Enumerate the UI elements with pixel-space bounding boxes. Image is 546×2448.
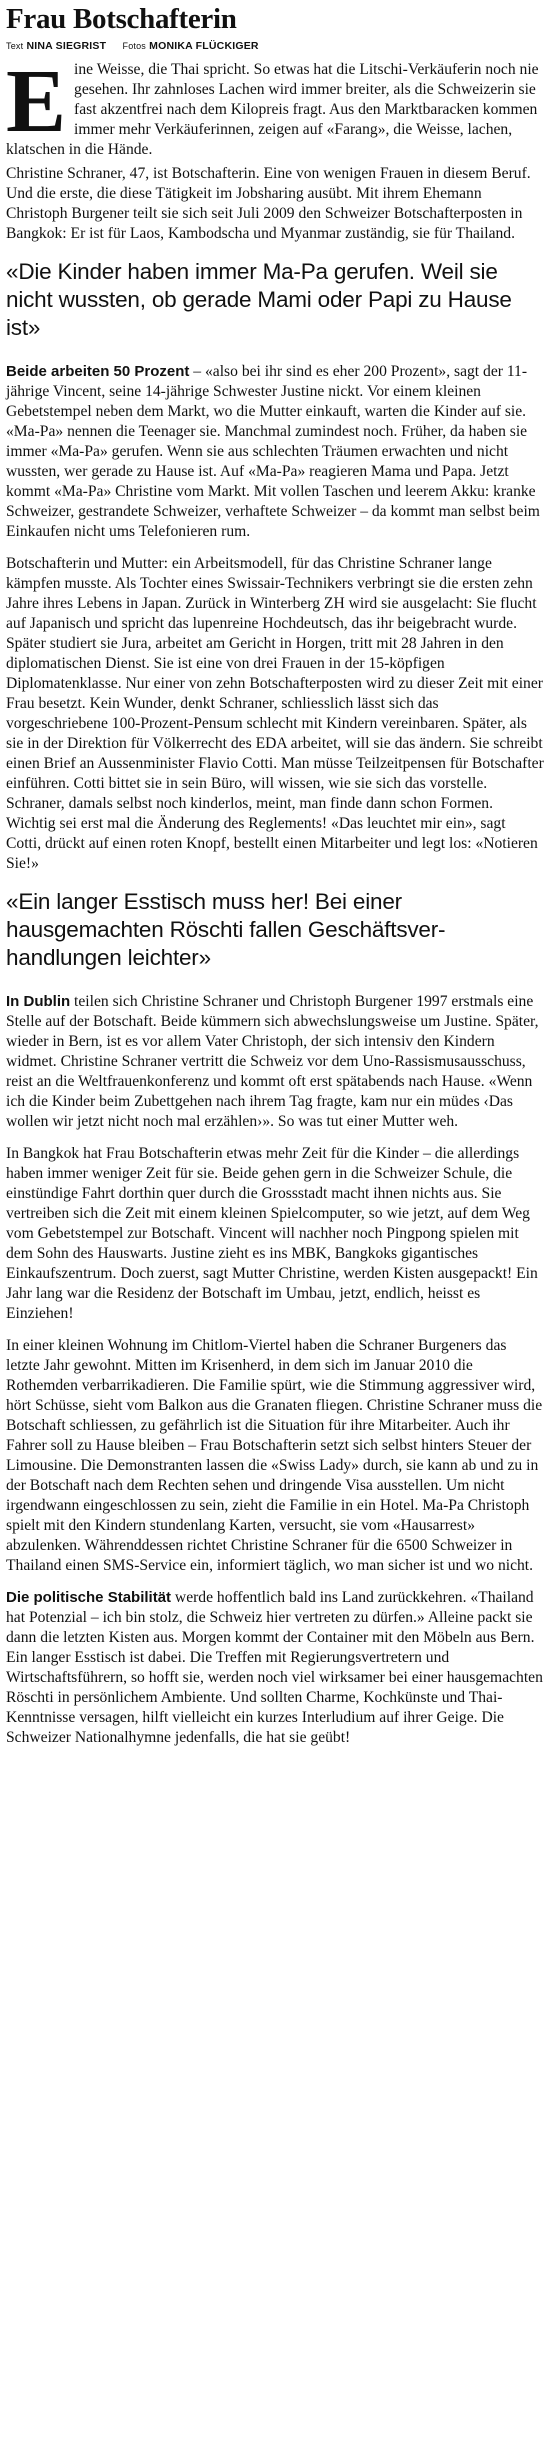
paragraph-6: In einer kleinen Wohnung im Chitlom-Vier…	[6, 1337, 543, 1574]
drop-cap: E	[6, 52, 67, 151]
text-credit-label: Text	[6, 41, 24, 51]
paragraph-2-lead: Beide arbeiten 50 Prozent	[6, 363, 190, 380]
intro-text: ine Weisse, die Thai spricht. So etwas h…	[6, 61, 539, 158]
paragraph-2-text: – «also bei ihr sind es eher 200 Prozent…	[6, 363, 540, 540]
article-credits: Text NINA SIEGRIST Fotos MONIKA FLÜCKIGE…	[6, 40, 544, 52]
paragraph-4-text: teilen sich Christine Schraner und Chris…	[6, 993, 539, 1130]
paragraph-7-lead: Die politische Stabilität	[6, 1589, 172, 1606]
intro-paragraph: Eine Weisse, die Thai spricht. So etwas …	[6, 52, 544, 160]
paragraph-7: Die politische Stabilität werde hoffentl…	[6, 1588, 544, 1748]
paragraph-1: Christine Schraner, 47, ist Botschafteri…	[6, 165, 531, 242]
photo-credit-label: Fotos	[122, 41, 147, 51]
paragraph-3: Botschafterin und Mutter: ein Arbeitsmod…	[6, 555, 544, 872]
paragraph-4: In Dublin teilen sich Christine Schraner…	[6, 992, 544, 1132]
text-credit-author: NINA SIEGRIST	[26, 40, 107, 52]
paragraph-4-lead: In Dublin	[6, 993, 71, 1010]
article-headline: Frau Botschafterin	[6, 3, 237, 35]
paragraph-2: Beide arbeiten 50 Prozent – «also bei ih…	[6, 362, 544, 542]
paragraph-5: In Bangkok hat Frau Botschafterin etwas …	[6, 1145, 538, 1322]
article: Frau Botschafterin Text NINA SIEGRIST Fo…	[0, 2, 546, 1748]
paragraph-7-text: werde hoffentlich bald ins Land zurückke…	[6, 1589, 543, 1746]
pull-quote-1: «Die Kinder haben immer Ma-Pa gerufen. W…	[6, 259, 512, 340]
photo-credit-author: MONIKA FLÜCKIGER	[149, 40, 259, 52]
pull-quote-2: «Ein langer Esstisch muss her! Bei einer…	[6, 889, 446, 970]
